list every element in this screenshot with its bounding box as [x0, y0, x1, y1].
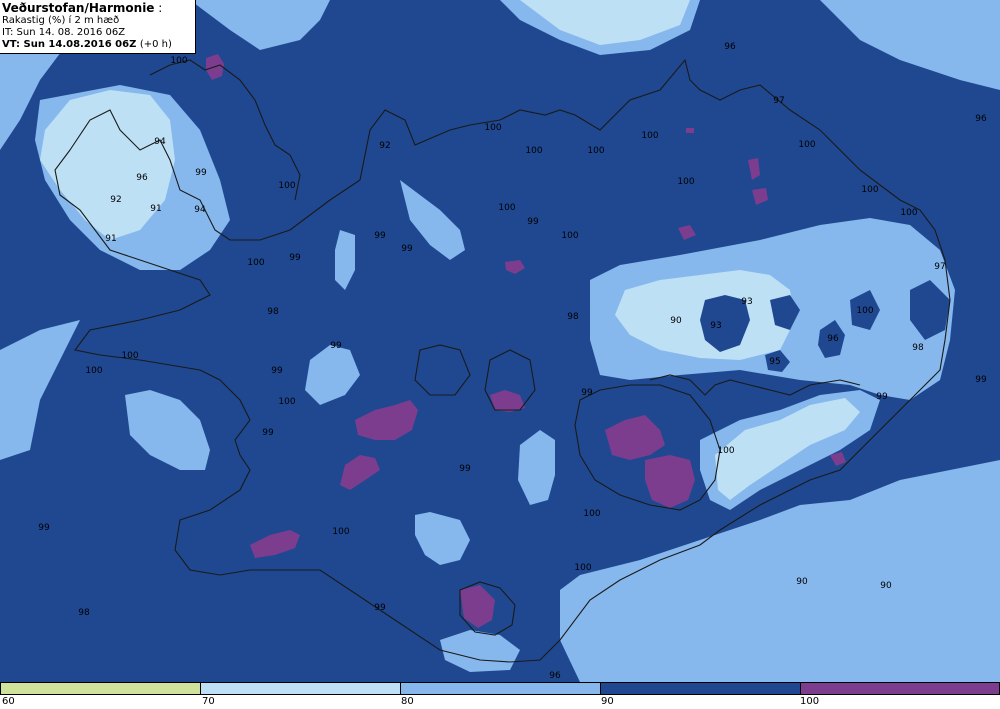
value-label: 94 [194, 205, 206, 215]
value-label: 99 [330, 341, 342, 351]
value-label: 92 [110, 195, 121, 205]
value-label: 99 [262, 428, 274, 438]
legend-tick-100: 100 [800, 696, 820, 707]
value-label: 90 [880, 581, 892, 591]
value-label: 100 [574, 563, 591, 573]
value-label: 96 [724, 42, 736, 52]
value-label: 98 [78, 608, 90, 618]
valid-time-line: VT: Sun 14.08.2016 06Z (+0 h) [2, 39, 193, 51]
value-label: 99 [527, 217, 539, 227]
initial-time: IT: Sun 14. 08. 2016 06Z [2, 27, 126, 38]
legend-swatch-100-plus [800, 682, 1000, 695]
value-label: 99 [876, 392, 888, 402]
value-label: 100 [332, 527, 349, 537]
value-label: 97 [934, 262, 945, 272]
color-legend: 60 70 80 90 100 [0, 682, 1000, 709]
value-label: 100 [856, 306, 873, 316]
value-label: 90 [670, 316, 682, 326]
value-label: 100 [641, 131, 658, 141]
legend-swatch-80-90 [400, 682, 601, 695]
value-label: 99 [289, 253, 301, 263]
valid-time-offset: (+0 h) [139, 39, 172, 50]
title-separator: : [154, 1, 163, 15]
legend-tick-80: 80 [401, 696, 414, 707]
value-label: 100 [85, 366, 102, 376]
value-label: 91 [105, 234, 116, 244]
value-label: 92 [379, 141, 390, 151]
value-label: 100 [525, 146, 542, 156]
legend-swatch-70-80 [200, 682, 401, 695]
value-label: 98 [912, 343, 924, 353]
legend-tick-70: 70 [202, 696, 215, 707]
valid-time: VT: Sun 14.08.2016 06Z [2, 39, 137, 50]
value-label: 100 [498, 203, 515, 213]
value-label: 99 [374, 231, 386, 241]
value-label: 95 [769, 357, 780, 367]
variable-line: Rakastig (%) í 2 m hæð [2, 15, 120, 26]
value-label: 99 [975, 375, 987, 385]
value-label: 99 [195, 168, 207, 178]
value-label: 100 [561, 231, 578, 241]
value-label: 100 [170, 56, 187, 66]
value-label: 99 [459, 464, 471, 474]
value-label: 96 [549, 671, 561, 681]
value-label: 100 [484, 123, 501, 133]
value-label: 96 [136, 173, 148, 183]
value-label: 100 [798, 140, 815, 150]
legend-tick-60: 60 [2, 696, 15, 707]
legend-swatch-90-100 [600, 682, 801, 695]
value-label: 90 [796, 577, 808, 587]
info-box: Veðurstofan/Harmonie : Rakastig (%) í 2 … [0, 0, 196, 54]
value-label: 100 [861, 185, 878, 195]
value-label: 100 [587, 146, 604, 156]
value-label: 98 [567, 312, 579, 322]
value-label: 98 [267, 307, 279, 317]
value-label: 97 [773, 96, 784, 106]
org-title: Veðurstofan/Harmonie [2, 1, 155, 15]
legend-tick-90: 90 [601, 696, 614, 707]
value-label: 99 [581, 388, 593, 398]
value-label: 100 [121, 351, 138, 361]
humidity-map: 100 96 97 96 100 100 100 100 100 92 94 96 99 100 92 91 9… [0, 0, 1000, 682]
title-line: Veðurstofan/Harmonie : [2, 1, 193, 15]
value-label: 99 [38, 523, 50, 533]
value-label: 100 [900, 208, 917, 218]
legend-swatch-60-70 [0, 682, 201, 695]
value-label: 96 [975, 114, 987, 124]
value-label: 100 [278, 181, 295, 191]
value-label: 100 [677, 177, 694, 187]
value-label: 93 [710, 321, 721, 331]
value-label: 93 [741, 297, 752, 307]
value-label: 99 [401, 244, 413, 254]
value-label: 100 [583, 509, 600, 519]
value-label: 100 [247, 258, 264, 268]
value-label: 100 [717, 446, 734, 456]
value-label: 100 [278, 397, 295, 407]
value-label: 94 [154, 137, 166, 147]
value-label: 91 [150, 204, 161, 214]
value-label: 99 [374, 603, 386, 613]
value-label: 99 [271, 366, 283, 376]
value-label: 96 [827, 334, 839, 344]
